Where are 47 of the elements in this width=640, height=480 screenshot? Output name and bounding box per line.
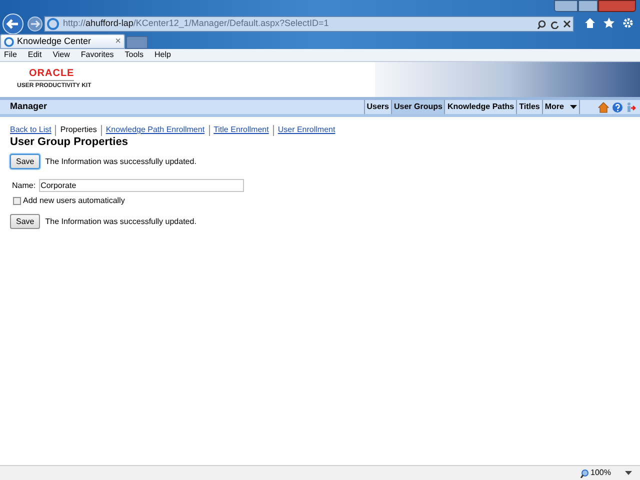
url-text: http://ahufford-lap/KCenter12_1/Manager/Default.aspx?SelectID=1 <box>63 17 329 30</box>
nav-title: Manager <box>10 100 48 114</box>
menu-item[interactable]: Tools <box>124 49 144 61</box>
forward-icon[interactable] <box>27 16 43 32</box>
nav-tab[interactable]: User Groups <box>390 100 444 114</box>
logout-icon[interactable] <box>626 102 636 112</box>
nav-tab[interactable]: Knowledge Paths <box>444 100 516 114</box>
menu-item[interactable]: Favorites <box>80 49 114 61</box>
subnav-link[interactable]: Knowledge Path Enrollment <box>106 124 205 136</box>
subnav-link[interactable]: Title Enrollment <box>214 124 269 136</box>
refresh-icon[interactable] <box>550 20 559 28</box>
current-page-label[interactable]: Properties <box>60 124 97 136</box>
save-button[interactable]: Save <box>10 154 40 169</box>
home-icon[interactable] <box>584 17 596 29</box>
caret-icon[interactable] <box>625 470 632 476</box>
nav-tab[interactable]: Titles <box>516 100 542 114</box>
status-message: The Information was successfully updated. <box>45 216 196 228</box>
save-button[interactable]: Save <box>10 214 40 229</box>
field-label: Name: <box>12 180 36 192</box>
nav-tab[interactable]: More <box>542 100 580 114</box>
star-icon[interactable] <box>603 17 615 29</box>
zoom-icon[interactable] <box>580 468 589 478</box>
address-bar[interactable]: http://ahufford-lap/KCenter12_1/Manager/Default.aspx?SelectID=1 <box>44 16 574 32</box>
name-field[interactable]: Corporate <box>38 179 244 192</box>
stop-icon[interactable] <box>563 20 571 28</box>
tab-title: Knowledge Center <box>17 34 92 48</box>
globe-icon <box>47 18 59 30</box>
subnav-link[interactable]: User Enrollment <box>278 124 336 136</box>
page-heading: User Group Properties <box>10 137 129 148</box>
menu-item[interactable]: View <box>52 49 70 61</box>
menu-item[interactable]: Edit <box>28 49 42 61</box>
close-tab-icon[interactable]: × <box>115 36 121 46</box>
home-icon[interactable] <box>598 102 609 112</box>
menu-item[interactable]: Help <box>154 49 171 61</box>
checkbox-label: Add new users automatically <box>23 195 125 207</box>
globe-icon <box>4 36 14 46</box>
status-message: The Information was successfully updated. <box>45 156 196 168</box>
help-icon[interactable] <box>612 102 623 112</box>
browser-tab[interactable]: Knowledge Center × <box>0 34 125 49</box>
caret-icon[interactable] <box>570 104 577 110</box>
subnav-link[interactable]: Back to List <box>10 124 52 136</box>
search-icon[interactable] <box>537 20 546 28</box>
back-icon[interactable] <box>2 13 24 35</box>
zoom-level[interactable]: 100% <box>590 467 611 479</box>
menu-item[interactable]: File <box>4 49 17 61</box>
checkbox[interactable] <box>13 197 21 205</box>
settings-icon[interactable] <box>622 17 634 29</box>
